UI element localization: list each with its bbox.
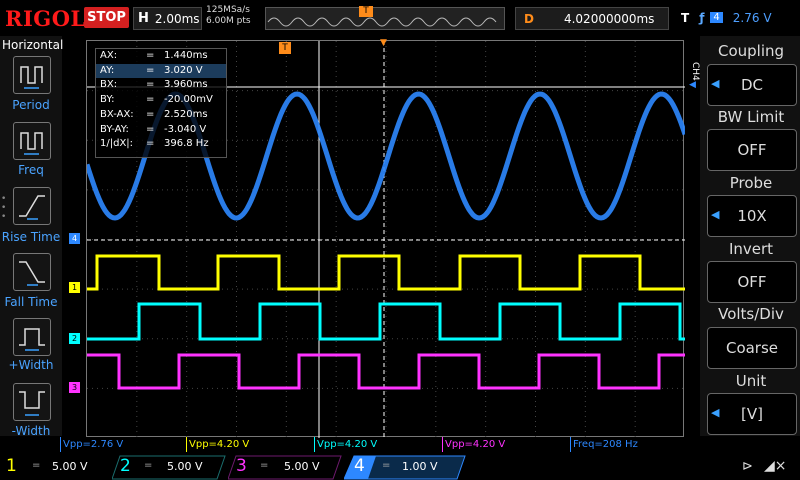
measurement-item[interactable]: Vpp=2.76 V xyxy=(60,437,123,452)
trigger-label: T xyxy=(681,10,690,25)
negative-width-icon xyxy=(19,391,45,416)
cursor-row-ax: AX: = 1.440ms xyxy=(100,50,208,61)
bw-limit-control[interactable]: OFF xyxy=(707,129,797,171)
coupling-title: Coupling xyxy=(717,42,785,60)
positive-width-button[interactable] xyxy=(13,318,51,356)
memory-trigger-marker: T xyxy=(359,6,373,17)
status-bar: RIGOL STOP H 2.00ms 125MSa/s 6.00M pts T… xyxy=(0,0,800,36)
ch4-ground-marker[interactable]: 4 xyxy=(69,233,80,244)
volts-div-value: Coarse xyxy=(725,339,779,357)
positive-width-label: +Width xyxy=(8,358,54,372)
trigger-display[interactable]: T ƒ 4 2.76 V xyxy=(675,7,800,28)
cursor-row-inv-dx: 1/|dX|: = 396.8 Hz xyxy=(100,138,209,150)
trigger-delay-marker: ▼ xyxy=(380,38,387,48)
acquisition-info: 125MSa/s 6.00M pts xyxy=(206,5,251,27)
trigger-level-marker: ◀ xyxy=(689,80,696,90)
left-arrow-icon: ◀ xyxy=(711,77,720,90)
ch3-ground-marker[interactable]: 3 xyxy=(69,382,80,393)
cursor-readout-panel: AX: = 1.440ms AY: = 3.020 V BX: = 3.960ms BY: =… xyxy=(95,48,227,158)
probe-value: 10X xyxy=(737,207,767,225)
invert-value: OFF xyxy=(737,273,767,291)
freq-label: Freq xyxy=(18,163,44,177)
volts-div-control[interactable]: Coarse xyxy=(707,327,797,369)
ch3-status[interactable]: 3 = 5.00 V xyxy=(228,455,342,480)
unit-value: [V] xyxy=(741,405,763,423)
ch2-status[interactable]: 2 = 5.00 V xyxy=(112,455,226,480)
trigger-position-marker[interactable]: T xyxy=(279,42,291,54)
bw-limit-value: OFF xyxy=(737,141,767,159)
ch2-ground-marker[interactable]: 2 xyxy=(69,333,80,344)
negative-width-button[interactable] xyxy=(13,383,51,421)
fall-time-button[interactable] xyxy=(13,253,51,291)
rise-time-button[interactable] xyxy=(13,187,51,225)
cursor-row-by: BY: = -20.00mV xyxy=(100,94,213,106)
cursor-row-dx: BX-AX: = 2.520ms xyxy=(100,108,208,120)
delay-label: D xyxy=(524,11,534,26)
ch1-waveform xyxy=(87,254,685,291)
rise-time-label: Rise Time xyxy=(1,230,61,244)
usb-icon: ⊳ xyxy=(742,459,753,474)
rising-edge-icon: ƒ xyxy=(699,10,705,25)
fall-time-icon xyxy=(19,261,45,286)
fall-time-label: Fall Time xyxy=(4,295,58,309)
period-icon xyxy=(20,66,43,89)
bw-limit-title: BW Limit xyxy=(717,108,785,126)
freq-button[interactable] xyxy=(13,122,51,160)
trigger-level: 2.76 V xyxy=(732,10,772,25)
brand-logo: RIGOL xyxy=(5,6,86,31)
timebase-display[interactable]: H 2.00ms xyxy=(133,7,202,30)
measurement-bar: Vpp=2.76 V Vpp=4.20 V Vpp=4.20 V Vpp=4.2… xyxy=(60,437,700,453)
delay-value: 4.02000000ms xyxy=(563,11,655,26)
coupling-value: DC xyxy=(740,76,764,94)
coupling-control[interactable]: ◀ DC xyxy=(707,64,797,106)
measurement-item[interactable]: Freq=208 Hz xyxy=(570,437,638,452)
memory-overview-waveform xyxy=(267,17,497,27)
timebase-value: 2.00ms xyxy=(154,11,200,26)
probe-title: Probe xyxy=(729,174,773,192)
memory-depth: 6.00M pts xyxy=(206,16,251,26)
menu-title: Horizontal xyxy=(2,38,64,52)
ch4-status[interactable]: 4 = 1.00 V xyxy=(344,455,466,480)
measurement-item[interactable]: Vpp=4.20 V xyxy=(186,437,249,452)
timebase-label: H xyxy=(138,11,149,26)
measurement-item[interactable]: Vpp=4.20 V xyxy=(442,437,505,452)
ch1-ground-marker[interactable]: 1 xyxy=(69,282,80,293)
period-label: Period xyxy=(12,98,50,112)
negative-width-label: -Width xyxy=(11,424,51,438)
speaker-mute-icon[interactable]: ◢× xyxy=(764,458,787,474)
probe-control[interactable]: ◀ 10X xyxy=(707,195,797,237)
cursor-row-ay: AY: = 3.020 V xyxy=(96,63,226,79)
cursor-row-dy: BY-AY: = -3.040 V xyxy=(100,123,207,135)
unit-title: Unit xyxy=(735,372,767,390)
invert-control[interactable]: OFF xyxy=(707,261,797,303)
channel-status-bar: 1 = 5.00 V 2 = 5.00 V 3 = 5.00 V 4 = 1.0… xyxy=(0,455,800,480)
delay-display[interactable]: D 4.02000000ms xyxy=(515,7,669,30)
unit-control[interactable]: ◀ [V] xyxy=(707,393,797,435)
positive-width-icon xyxy=(19,328,45,351)
freq-icon xyxy=(20,132,43,155)
memory-overview-strip[interactable]: T xyxy=(265,6,505,30)
run-stop-button[interactable]: STOP xyxy=(84,7,129,28)
cursor-row-bx: BX: = 3.960ms xyxy=(100,79,208,91)
trigger-source-badge: 4 xyxy=(710,12,723,23)
ch1-status[interactable]: 1 = 5.00 V xyxy=(0,455,112,480)
channel-tag: CH4 xyxy=(690,62,700,81)
left-arrow-icon: ◀ xyxy=(711,208,720,221)
left-more-indicator: • • • xyxy=(1,194,7,222)
measurement-item[interactable]: Vpp=4.20 V xyxy=(314,437,377,452)
volts-div-title: Volts/Div xyxy=(718,305,784,323)
rise-time-icon xyxy=(19,195,45,220)
period-button[interactable] xyxy=(13,56,51,94)
invert-title: Invert xyxy=(728,240,774,258)
sample-rate: 125MSa/s xyxy=(206,5,250,15)
left-arrow-icon: ◀ xyxy=(711,406,720,419)
